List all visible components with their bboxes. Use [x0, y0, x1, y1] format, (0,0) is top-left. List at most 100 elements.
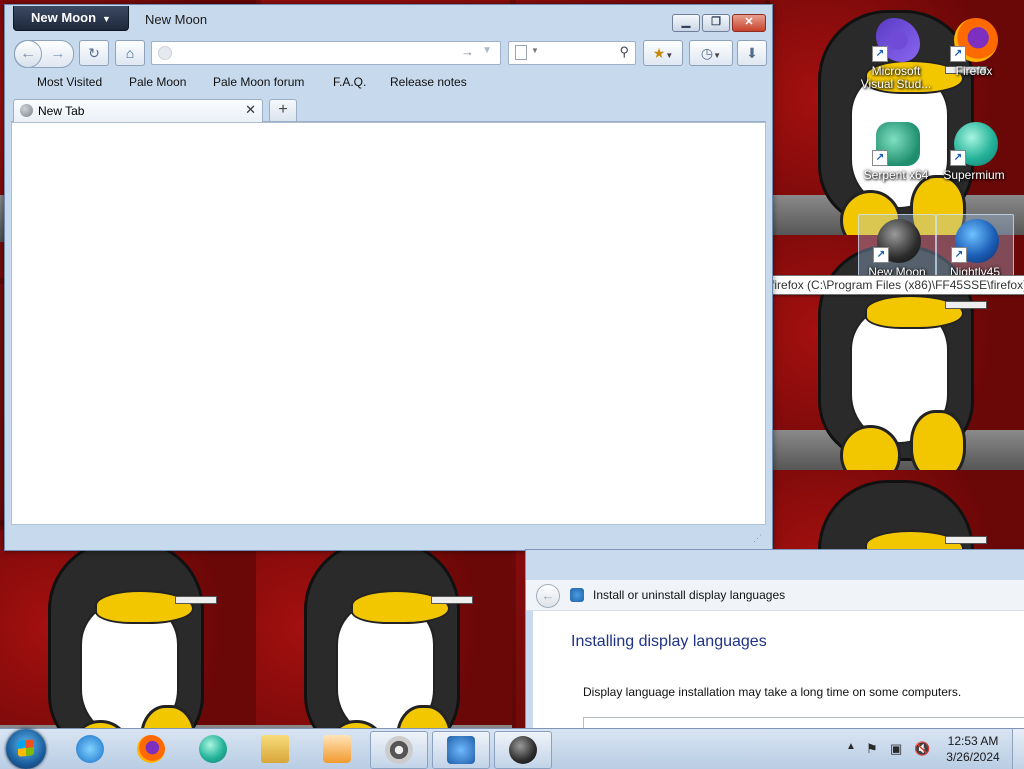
- window-title: New Moon: [145, 12, 208, 27]
- network-icon[interactable]: ▣: [890, 741, 902, 757]
- back-forward-group: ← →: [14, 40, 74, 68]
- reload-icon: ↻: [88, 45, 100, 61]
- history-button[interactable]: ◷▼: [689, 40, 733, 66]
- taskbar-media-player[interactable]: [309, 731, 365, 767]
- shortcut-arrow-icon: ↗: [951, 247, 967, 263]
- desktop-icon-label: Microsoft Visual Stud...: [860, 64, 932, 91]
- search-input[interactable]: [543, 44, 613, 62]
- bookmark-release-notes[interactable]: Release notes: [390, 75, 467, 89]
- resize-grip-icon[interactable]: ⋰: [753, 533, 762, 544]
- windows-logo-icon: [18, 739, 34, 757]
- page-heading: Installing display languages: [571, 633, 767, 650]
- plus-icon: +: [278, 101, 288, 118]
- new-tab-button[interactable]: +: [269, 99, 297, 121]
- back-button[interactable]: ←: [536, 584, 560, 608]
- close-icon: ✕: [744, 16, 754, 28]
- wizard-title: Install or uninstall display languages: [593, 588, 786, 602]
- system-tray: ▲ ⚑ ▣ 🔇: [842, 733, 942, 765]
- back-button[interactable]: ←: [14, 40, 42, 68]
- chevron-down-icon: ▼: [713, 51, 722, 60]
- home-button[interactable]: ⌂: [115, 40, 145, 66]
- wizard-header: ← Install or uninstall display languages: [526, 580, 1024, 611]
- taskbar-firefox[interactable]: [123, 731, 179, 767]
- shortcut-arrow-icon: ↗: [872, 150, 888, 166]
- navigation-toolbar: ← → ↻ ⌂ → ▼ ▼ ⚲ ★▼ ◷▼ ⬇: [11, 38, 767, 68]
- desktop-icon-label: Firefox: [955, 64, 993, 78]
- status-bar: ⋰: [11, 526, 766, 546]
- search-engine-icon[interactable]: [515, 45, 527, 60]
- desktop-icon-visual-studio[interactable]: ↗ Microsoft Visual Stud...: [858, 14, 934, 91]
- taskbar-raccoon-app[interactable]: [370, 731, 428, 769]
- taskbar: ▲ ⚑ ▣ 🔇 12:53 AM 3/26/2024: [0, 728, 1024, 769]
- firefox-icon: [137, 735, 165, 763]
- app-menu-label: New Moon: [31, 10, 97, 25]
- show-desktop-button[interactable]: [1012, 729, 1024, 769]
- close-button[interactable]: ✕: [732, 14, 766, 32]
- go-arrow-icon[interactable]: →: [461, 44, 474, 59]
- search-bar[interactable]: ▼ ⚲: [508, 41, 636, 65]
- new-moon-icon: [509, 736, 537, 764]
- bookmark-pale-moon[interactable]: Pale Moon: [129, 75, 186, 89]
- search-icon[interactable]: ⚲: [619, 44, 629, 60]
- bookmark-faq[interactable]: F.A.Q.: [333, 75, 366, 89]
- bookmark-pale-moon-forum[interactable]: Pale Moon forum: [213, 75, 304, 89]
- download-arrow-icon: ⬇: [746, 45, 758, 61]
- display-languages-icon: [447, 736, 475, 764]
- taskbar-display-languages[interactable]: [432, 731, 490, 769]
- desktop-icon-label: Serpent x64: [863, 168, 929, 182]
- address-bar[interactable]: → ▼: [151, 41, 501, 65]
- window-controls: ▁ ❐ ✕: [672, 14, 766, 32]
- desktop-icon-new-moon[interactable]: ↗ New Moon: [858, 214, 936, 284]
- back-arrow-icon: ←: [541, 588, 555, 603]
- site-identity-icon: [158, 46, 172, 60]
- show-hidden-icons-icon[interactable]: ▲: [846, 741, 856, 752]
- close-icon[interactable]: ✕: [245, 102, 256, 118]
- instruction-text: Display language installation may take a…: [583, 685, 962, 699]
- maximize-button[interactable]: ❐: [702, 14, 730, 32]
- shortcut-arrow-icon: ↗: [873, 247, 889, 263]
- title-bar[interactable]: New Moon ▼ New Moon ▁ ❐ ✕: [5, 5, 772, 35]
- bookmark-most-visited[interactable]: Most Visited: [37, 75, 102, 89]
- supermium-icon: [199, 735, 227, 763]
- display-languages-window: ← Install or uninstall display languages…: [525, 549, 1024, 730]
- clock-icon: ◷: [700, 45, 714, 61]
- volume-muted-icon[interactable]: 🔇: [914, 741, 930, 757]
- chevron-down-icon: ▼: [665, 51, 674, 60]
- bookmarks-menu-button[interactable]: ★▼: [643, 40, 683, 66]
- taskbar-file-explorer[interactable]: [247, 731, 303, 767]
- chevron-down-icon: ▼: [102, 14, 111, 24]
- taskbar-internet-explorer[interactable]: [62, 731, 118, 767]
- restore-icon: ❐: [711, 16, 721, 28]
- start-button[interactable]: [6, 729, 46, 769]
- clock-date: 3/26/2024: [946, 750, 1000, 764]
- desktop-icon-supermium[interactable]: ↗ Supermium: [936, 118, 1012, 186]
- action-center-flag-icon[interactable]: ⚑: [866, 741, 878, 757]
- reload-button[interactable]: ↻: [79, 40, 109, 66]
- tab-new-tab[interactable]: New Tab ✕: [13, 99, 263, 122]
- shortcut-arrow-icon: ↗: [950, 150, 966, 166]
- minimize-button[interactable]: ▁: [672, 14, 700, 32]
- forward-button[interactable]: →: [47, 41, 69, 67]
- raccoon-app-icon: [385, 736, 413, 764]
- back-arrow-icon: ←: [20, 45, 36, 62]
- display-languages-icon: [570, 588, 584, 602]
- desktop-icon-firefox[interactable]: ↗ Firefox: [936, 14, 1012, 82]
- media-player-icon: [323, 735, 351, 763]
- history-dropdown-icon[interactable]: ▼: [482, 45, 492, 56]
- file-explorer-icon: [261, 735, 289, 763]
- desktop-icon-nightly[interactable]: ↗ Nightly45: [936, 214, 1014, 284]
- page-content[interactable]: [11, 122, 766, 525]
- address-input[interactable]: [176, 44, 460, 62]
- taskbar-supermium[interactable]: [185, 731, 241, 767]
- minimize-icon: ▁: [681, 16, 691, 28]
- taskbar-new-moon[interactable]: [494, 731, 552, 769]
- downloads-button[interactable]: ⬇: [737, 40, 767, 66]
- desktop-icon-serpent[interactable]: ↗ Serpent x64: [858, 118, 934, 186]
- bookmark-star-icon: ★: [652, 45, 666, 61]
- bookmarks-toolbar: Most Visited Pale Moon Pale Moon forum F…: [11, 71, 766, 95]
- taskbar-clock[interactable]: 12:53 AM 3/26/2024: [942, 733, 1004, 765]
- forward-arrow-icon: →: [50, 45, 66, 62]
- app-menu-button[interactable]: New Moon ▼: [13, 6, 129, 31]
- shortcut-arrow-icon: ↗: [950, 46, 966, 62]
- wizard-body: Installing display languages Display lan…: [533, 611, 1024, 730]
